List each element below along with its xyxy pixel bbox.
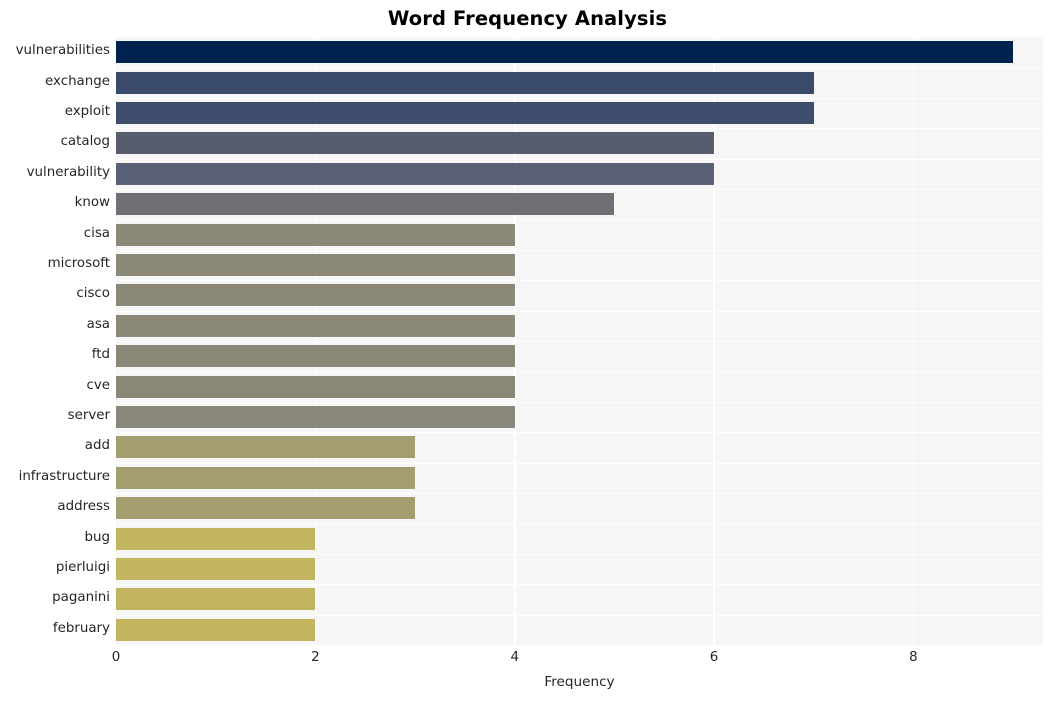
plot-area xyxy=(116,37,1043,645)
y-tick-label: ftd xyxy=(91,347,110,363)
y-tick-label: catalog xyxy=(60,134,110,150)
x-axis-label: Frequency xyxy=(544,674,615,690)
gridline-horizontal xyxy=(116,128,1043,130)
gridline-horizontal xyxy=(116,523,1043,525)
y-tick-label: cve xyxy=(86,377,110,393)
bar xyxy=(116,284,515,307)
gridline-horizontal xyxy=(116,462,1043,464)
bar xyxy=(116,345,515,368)
y-tick-label: pierluigi xyxy=(55,560,110,575)
gridline-horizontal xyxy=(116,341,1043,342)
bar xyxy=(116,375,515,398)
bar xyxy=(116,71,814,94)
gridline-horizontal xyxy=(116,219,1043,221)
y-tick-label: know xyxy=(74,195,110,211)
x-tick-label: 0 xyxy=(111,650,121,665)
chart-title: Word Frequency Analysis xyxy=(387,7,668,30)
gridline-horizontal xyxy=(116,432,1043,434)
y-tick-label: cisco xyxy=(76,286,110,302)
y-tick-label: add xyxy=(84,438,110,454)
gridline-horizontal xyxy=(116,280,1043,282)
word-frequency-chart-figure: Word Frequency Analysis vulnerabilities e… xyxy=(0,0,1055,701)
bar xyxy=(116,588,316,611)
bar xyxy=(116,193,615,216)
bar xyxy=(116,466,416,489)
gridline-horizontal xyxy=(116,371,1043,373)
gridline-horizontal xyxy=(116,310,1043,312)
x-tick-label: 6 xyxy=(709,650,719,665)
x-tick-label: 4 xyxy=(510,650,519,665)
y-tick-label: vulnerabilities xyxy=(15,43,110,59)
bar xyxy=(116,254,515,276)
y-tick-label: asa xyxy=(86,316,110,332)
bar xyxy=(116,436,416,459)
bar xyxy=(116,558,316,580)
gridline-horizontal xyxy=(116,584,1043,586)
y-tick-label: exploit xyxy=(64,104,110,119)
y-tick-label: cisa xyxy=(83,225,110,241)
gridline-horizontal xyxy=(116,189,1043,190)
y-tick-label: server xyxy=(67,408,110,423)
y-tick-label: infrastructure xyxy=(18,468,110,484)
gridline-horizontal xyxy=(116,67,1043,69)
bar xyxy=(116,132,715,155)
bar xyxy=(116,41,1014,64)
bar xyxy=(116,102,814,124)
y-tick-label: paganini xyxy=(52,590,110,606)
y-tick-label: exchange xyxy=(45,73,110,89)
gridline-horizontal xyxy=(116,37,1043,38)
gridline-horizontal xyxy=(116,493,1043,494)
bar xyxy=(116,162,715,185)
y-tick-label: address xyxy=(57,499,110,515)
gridline-horizontal xyxy=(116,553,1043,555)
x-tick-label: 8 xyxy=(909,650,918,665)
y-tick-label: bug xyxy=(84,529,111,545)
gridline-horizontal xyxy=(116,158,1043,160)
y-tick-label: vulnerability xyxy=(26,164,110,180)
gridline-horizontal xyxy=(116,97,1043,99)
bar xyxy=(116,527,316,550)
y-tick-label: microsoft xyxy=(47,256,110,271)
gridline-horizontal xyxy=(116,614,1043,616)
gridline-horizontal xyxy=(116,401,1043,403)
x-tick-label: 2 xyxy=(311,650,320,665)
bar xyxy=(116,314,515,337)
bar xyxy=(116,497,416,520)
y-tick-label: february xyxy=(52,620,110,636)
bar xyxy=(116,406,515,428)
bar xyxy=(116,618,316,641)
bar xyxy=(116,223,515,246)
gridline-horizontal xyxy=(116,249,1043,251)
